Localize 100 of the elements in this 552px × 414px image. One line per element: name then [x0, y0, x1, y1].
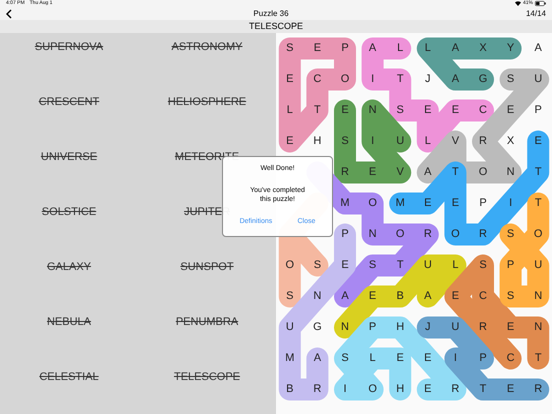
grid-letter[interactable]: E [424, 102, 432, 119]
grid-letter[interactable]: H [313, 133, 322, 150]
grid-letter[interactable]: E [341, 102, 349, 119]
grid-letter[interactable]: A [341, 288, 349, 305]
grid-letter[interactable]: B [286, 381, 294, 398]
grid-letter[interactable]: S [506, 226, 514, 243]
grid-letter[interactable]: E [341, 257, 349, 274]
grid-letter[interactable]: B [396, 288, 404, 305]
grid-letter[interactable]: L [424, 133, 431, 150]
grid-letter[interactable]: P [341, 226, 349, 243]
grid-letter[interactable]: O [340, 71, 350, 88]
grid-letter[interactable]: A [314, 350, 322, 367]
grid-letter[interactable]: V [396, 164, 404, 181]
grid-letter[interactable]: T [480, 381, 486, 398]
grid-letter[interactable]: G [478, 71, 488, 88]
grid-letter[interactable]: R [451, 381, 460, 398]
grid-letter[interactable]: U [534, 71, 542, 88]
grid-letter[interactable]: U [451, 319, 460, 336]
grid-letter[interactable]: N [534, 288, 542, 305]
grid-letter[interactable]: T [314, 102, 321, 119]
grid-letter[interactable]: S [506, 288, 514, 305]
grid-letter[interactable]: T [396, 71, 404, 88]
grid-letter[interactable]: I [454, 350, 457, 367]
grid-letter[interactable]: M [285, 350, 294, 367]
grid-letter[interactable]: R [313, 381, 322, 398]
grid-letter[interactable]: R [479, 133, 487, 150]
grid-letter[interactable]: E [286, 133, 294, 150]
grid-letter[interactable]: P [341, 40, 349, 57]
grid-letter[interactable]: A [534, 40, 542, 57]
grid-letter[interactable]: E [506, 381, 514, 398]
grid-letter[interactable]: S [341, 133, 349, 150]
grid-letter[interactable]: C [479, 288, 487, 305]
grid-letter[interactable]: C [479, 102, 487, 119]
grid-letter[interactable]: V [452, 133, 460, 150]
grid-letter[interactable]: C [506, 350, 515, 367]
grid-letter[interactable]: E [452, 288, 460, 305]
grid-letter[interactable]: S [286, 288, 294, 305]
grid-letter[interactable]: S [506, 71, 514, 88]
grid-letter[interactable]: L [286, 102, 293, 119]
grid-letter[interactable]: E [452, 195, 460, 212]
grid-letter[interactable]: E [506, 319, 514, 336]
grid-letter[interactable]: R [479, 226, 487, 243]
grid-letter[interactable]: N [368, 226, 377, 243]
grid-letter[interactable]: N [341, 319, 349, 336]
grid-letter[interactable]: R [534, 381, 542, 398]
grid-letter[interactable]: U [286, 319, 294, 336]
grid-letter[interactable]: A [452, 71, 460, 88]
grid-letter[interactable]: R [479, 319, 487, 336]
grid-letter[interactable]: T [396, 257, 404, 274]
grid-letter[interactable]: J [425, 319, 431, 336]
grid-letter[interactable]: A [424, 288, 432, 305]
grid-letter[interactable]: O [286, 257, 294, 274]
grid-letter[interactable]: A [424, 164, 432, 181]
grid-letter[interactable]: O [478, 164, 488, 181]
grid-letter[interactable]: M [396, 195, 405, 212]
grid-letter[interactable]: O [368, 195, 377, 212]
grid-letter[interactable]: T [534, 164, 542, 181]
grid-letter[interactable]: I [371, 71, 374, 88]
grid-letter[interactable]: Y [506, 40, 514, 57]
grid-letter[interactable]: P [479, 350, 487, 367]
grid-letter[interactable]: E [424, 195, 432, 212]
grid-letter[interactable]: P [368, 319, 376, 336]
grid-letter[interactable]: L [452, 257, 458, 274]
grid-letter[interactable]: E [396, 350, 404, 367]
grid-letter[interactable]: E [314, 40, 322, 57]
grid-letter[interactable]: G [313, 319, 322, 336]
grid-letter[interactable]: A [368, 40, 376, 57]
grid-letter[interactable]: T [452, 164, 459, 181]
grid-letter[interactable]: X [479, 40, 487, 57]
grid-letter[interactable]: S [396, 102, 404, 119]
grid-letter[interactable]: U [396, 133, 404, 150]
grid-letter[interactable]: N [534, 319, 542, 336]
grid-letter[interactable]: L [397, 40, 404, 57]
grid-letter[interactable]: J [425, 71, 431, 88]
grid-letter[interactable]: I [371, 133, 374, 150]
grid-letter[interactable]: P [506, 257, 514, 274]
grid-letter[interactable]: E [424, 350, 432, 367]
grid-letter[interactable]: I [509, 195, 512, 212]
grid-letter[interactable]: U [534, 257, 542, 274]
grid-letter[interactable]: E [368, 164, 376, 181]
grid-letter[interactable]: O [451, 226, 460, 243]
grid-letter[interactable]: T [534, 350, 542, 367]
grid-letter[interactable]: T [534, 195, 542, 212]
grid-letter[interactable]: S [368, 257, 376, 274]
grid-letter[interactable]: P [479, 195, 487, 212]
grid-letter[interactable]: L [424, 40, 431, 57]
grid-letter[interactable]: A [452, 40, 460, 57]
grid-letter[interactable]: O [396, 226, 404, 243]
grid-letter[interactable]: O [368, 381, 377, 398]
grid-letter[interactable]: S [314, 257, 322, 274]
grid-letter[interactable]: E [534, 133, 542, 150]
grid-letter[interactable]: L [370, 350, 376, 367]
grid-letter[interactable]: R [424, 226, 432, 243]
grid-letter[interactable]: P [534, 102, 542, 119]
grid-letter[interactable]: E [368, 288, 376, 305]
grid-letter[interactable]: H [396, 381, 404, 398]
grid-letter[interactable]: S [479, 257, 487, 274]
grid-letter[interactable]: N [313, 288, 322, 305]
grid-letter[interactable]: E [506, 102, 514, 119]
grid-letter[interactable]: C [313, 71, 322, 88]
